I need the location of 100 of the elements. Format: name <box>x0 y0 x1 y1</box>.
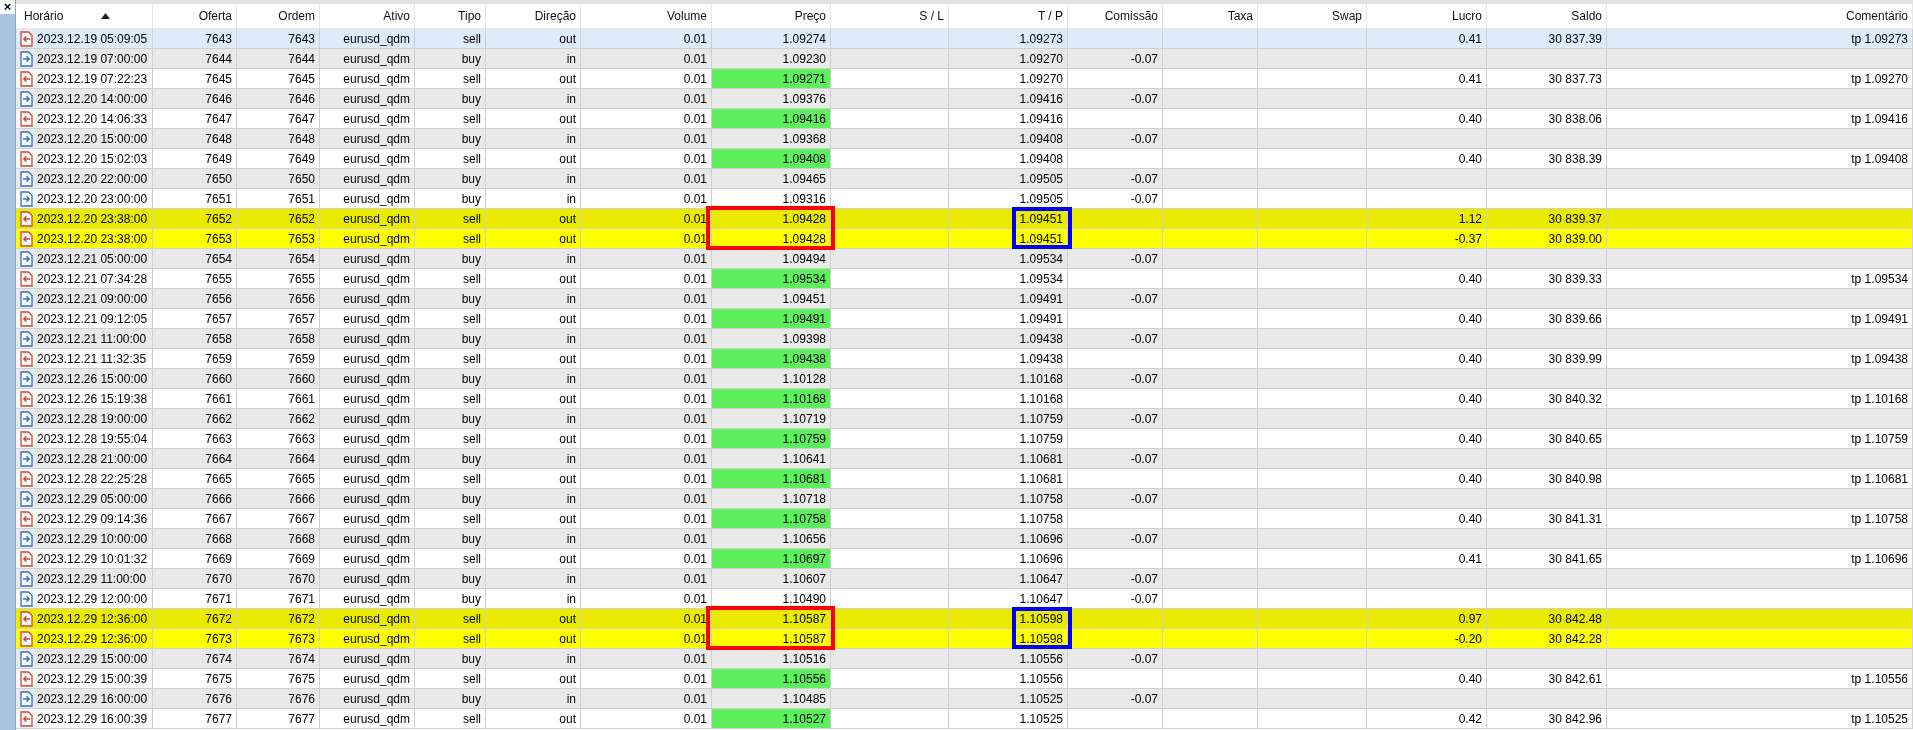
price-cell: 1.10527 <box>712 709 831 729</box>
column-header[interactable]: Saldo <box>1487 4 1607 28</box>
table-row[interactable]: 2023.12.29 10:00:00 7668 7668 eurusd_qdm buy in 0.01 1.10656 1.10696 -0.07 <box>16 529 1913 549</box>
time-text: 2023.12.26 15:00:00 <box>37 371 148 386</box>
table-row[interactable]: 2023.12.20 23:38:00 7653 7653 eurusd_qdm sell out 0.01 1.09428 1.09451 -0.37 30 839.00 <box>16 229 1913 249</box>
document-right-arrow-icon <box>20 690 33 707</box>
time-text: 2023.12.29 10:00:00 <box>37 531 148 546</box>
document-right-arrow-icon <box>20 450 33 467</box>
price-cell: 1.10556 <box>712 669 831 689</box>
table-row[interactable]: 2023.12.28 21:00:00 7664 7664 eurusd_qdm buy in 0.01 1.10641 1.10681 -0.07 <box>16 449 1913 469</box>
column-header[interactable]: Lucro <box>1367 4 1487 28</box>
table-row[interactable]: 2023.12.21 05:00:00 7654 7654 eurusd_qdm buy in 0.01 1.09494 1.09534 -0.07 <box>16 249 1913 269</box>
time-text: 2023.12.29 11:00:00 <box>37 571 147 586</box>
time-text: 2023.12.20 23:38:00 <box>37 211 148 226</box>
document-right-arrow-icon <box>20 250 33 267</box>
document-left-arrow-icon <box>20 30 33 47</box>
time-text: 2023.12.29 15:00:00 <box>37 651 148 666</box>
time-text: 2023.12.29 10:01:32 <box>37 551 148 566</box>
column-header[interactable]: Comentário <box>1607 4 1913 28</box>
table-row[interactable]: 2023.12.19 07:00:00 7644 7644 eurusd_qdm buy in 0.01 1.09230 1.09270 -0.07 <box>16 49 1913 69</box>
time-text: 2023.12.19 07:22:23 <box>37 71 148 86</box>
table-row[interactable]: 2023.12.29 12:36:00 7672 7672 eurusd_qdm sell out 0.01 1.10587 1.10598 0.97 30 842.48 <box>16 609 1913 629</box>
price-cell: 1.09316 <box>712 189 831 209</box>
balance-cell: 30 842.96 <box>1487 709 1607 729</box>
column-header[interactable]: Direção <box>486 4 581 28</box>
table-row[interactable]: 2023.12.28 19:00:00 7662 7662 eurusd_qdm buy in 0.01 1.10719 1.10759 -0.07 <box>16 409 1913 429</box>
time-text: 2023.12.21 11:00:00 <box>37 331 147 346</box>
column-header[interactable]: S / L <box>831 4 949 28</box>
table-row[interactable]: 2023.12.29 16:00:00 7676 7676 eurusd_qdm buy in 0.01 1.10485 1.10525 -0.07 <box>16 689 1913 709</box>
column-header[interactable]: Preço <box>712 4 831 28</box>
price-cell: 1.10587 <box>712 629 831 649</box>
document-left-arrow-icon <box>20 670 33 687</box>
price-cell: 1.10681 <box>712 469 831 489</box>
column-header[interactable]: Tipo <box>415 4 486 28</box>
time-text: 2023.12.20 14:00:00 <box>37 91 148 106</box>
time-text: 2023.12.28 22:25:28 <box>37 471 148 486</box>
table-row[interactable]: 2023.12.29 11:00:00 7670 7670 eurusd_qdm buy in 0.01 1.10607 1.10647 -0.07 <box>16 569 1913 589</box>
table-row[interactable]: 2023.12.20 22:00:00 7650 7650 eurusd_qdm buy in 0.01 1.09465 1.09505 -0.07 <box>16 169 1913 189</box>
column-header[interactable]: Horário <box>16 4 153 28</box>
column-header[interactable]: Ordem <box>237 4 320 28</box>
time-text: 2023.12.19 05:09:05 <box>37 31 148 46</box>
column-header[interactable]: Comissão <box>1068 4 1163 28</box>
time-text: 2023.12.28 21:00:00 <box>37 451 148 466</box>
order-cell: 7677 <box>237 709 320 729</box>
document-right-arrow-icon <box>20 590 33 607</box>
time-text: 2023.12.28 19:55:04 <box>37 431 148 446</box>
table-row[interactable]: 2023.12.29 15:00:00 7674 7674 eurusd_qdm buy in 0.01 1.10516 1.10556 -0.07 <box>16 649 1913 669</box>
document-left-arrow-icon <box>20 230 33 247</box>
comment-cell: tp 1.10525 <box>1607 709 1913 729</box>
table-row[interactable]: 2023.12.29 05:00:00 7666 7666 eurusd_qdm buy in 0.01 1.10718 1.10758 -0.07 <box>16 489 1913 509</box>
table-row[interactable]: 2023.12.29 16:00:39 7677 7677 eurusd_qdm sell out 0.01 1.10527 1.10525 0.42 30 842.96 tp 1.10525 <box>16 709 1913 729</box>
table-row[interactable]: 2023.12.20 15:00:00 7648 7648 eurusd_qdm buy in 0.01 1.09368 1.09408 -0.07 <box>16 129 1913 149</box>
document-right-arrow-icon <box>20 330 33 347</box>
table-row[interactable]: 2023.12.26 15:00:00 7660 7660 eurusd_qdm buy in 0.01 1.10128 1.10168 -0.07 <box>16 369 1913 389</box>
close-button[interactable]: × <box>0 0 15 14</box>
document-left-arrow-icon <box>20 430 33 447</box>
time-text: 2023.12.20 15:00:00 <box>37 131 148 146</box>
deal-cell: 7677 <box>153 709 237 729</box>
time-text: 2023.12.21 09:00:00 <box>37 291 148 306</box>
table-row[interactable]: 2023.12.29 12:36:00 7673 7673 eurusd_qdm sell out 0.01 1.10587 1.10598 -0.20 30 842.28 <box>16 629 1913 649</box>
document-right-arrow-icon <box>20 170 33 187</box>
document-right-arrow-icon <box>20 370 33 387</box>
document-right-arrow-icon <box>20 50 33 67</box>
price-cell: 1.10697 <box>712 549 831 569</box>
document-left-arrow-icon <box>20 510 33 527</box>
document-right-arrow-icon <box>20 410 33 427</box>
price-cell: 1.10490 <box>712 589 831 609</box>
column-header[interactable]: Taxa <box>1163 4 1258 28</box>
document-left-arrow-icon <box>20 390 33 407</box>
column-header[interactable]: T / P <box>949 4 1068 28</box>
price-cell: 1.10168 <box>712 389 831 409</box>
document-left-arrow-icon <box>20 630 33 647</box>
document-right-arrow-icon <box>20 90 33 107</box>
time-text: 2023.12.29 16:00:00 <box>37 691 148 706</box>
column-header[interactable]: Ativo <box>320 4 415 28</box>
price-cell: 1.09408 <box>712 149 831 169</box>
price-cell: 1.09438 <box>712 349 831 369</box>
document-left-arrow-icon <box>20 710 33 727</box>
document-right-arrow-icon <box>20 190 33 207</box>
document-left-arrow-icon <box>20 350 33 367</box>
table-row[interactable]: 2023.12.20 14:00:00 7646 7646 eurusd_qdm buy in 0.01 1.09376 1.09416 -0.07 <box>16 89 1913 109</box>
document-left-arrow-icon <box>20 110 33 127</box>
table-row[interactable]: 2023.12.21 09:00:00 7656 7656 eurusd_qdm buy in 0.01 1.09451 1.09491 -0.07 <box>16 289 1913 309</box>
price-cell: 1.09416 <box>712 109 831 129</box>
table-row[interactable]: 2023.12.19 05:09:05 7643 7643 eurusd_qdm sell out 0.01 1.09274 1.09273 0.41 30 837.39 tp 1.09273 <box>16 29 1913 49</box>
direction-cell: out <box>486 709 581 729</box>
time-text: 2023.12.20 22:00:00 <box>37 171 148 186</box>
column-header[interactable]: Oferta <box>153 4 237 28</box>
price-cell: 1.09534 <box>712 269 831 289</box>
document-left-arrow-icon <box>20 70 33 87</box>
table-row[interactable]: 2023.12.20 23:38:00 7652 7652 eurusd_qdm sell out 0.01 1.09428 1.09451 1.12 30 839.37 <box>16 209 1913 229</box>
column-header[interactable]: Volume <box>581 4 712 28</box>
time-text: 2023.12.21 05:00:00 <box>37 251 148 266</box>
price-cell: 1.09491 <box>712 309 831 329</box>
table-row[interactable]: 2023.12.21 11:00:00 7658 7658 eurusd_qdm buy in 0.01 1.09398 1.09438 -0.07 <box>16 329 1913 349</box>
time-text: 2023.12.29 05:00:00 <box>37 491 148 506</box>
document-right-arrow-icon <box>20 570 33 587</box>
time-text: 2023.12.29 12:36:00 <box>37 631 148 646</box>
document-right-arrow-icon <box>20 130 33 147</box>
column-header[interactable]: Swap <box>1258 4 1367 28</box>
